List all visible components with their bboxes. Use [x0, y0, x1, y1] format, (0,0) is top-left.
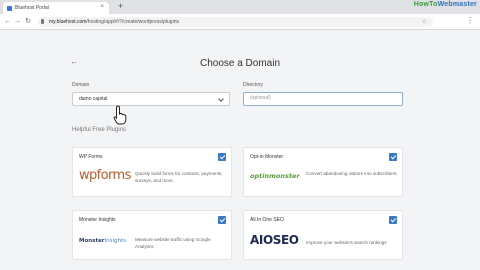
plugin-name: WP Forms	[79, 154, 103, 160]
watermark-part1: HowTo	[413, 1, 438, 8]
watermark-part2: Webmaster	[437, 1, 477, 8]
aioseo-logo: AIOSEO	[250, 233, 299, 247]
plugin-description: Quickly build forms for contacts, paymen…	[135, 171, 223, 183]
plugin-checkbox-monsterinsights[interactable]	[218, 216, 226, 224]
browser-tab-bar: Bluehost Portal × + HowToWebmaster	[0, 0, 480, 14]
wpforms-logo: wpforms	[79, 168, 131, 183]
plugin-card-optinmonster[interactable]: Opt-in Monster optinmonster Convert aban…	[243, 147, 403, 197]
directory-placeholder: (optional)	[250, 95, 271, 101]
plugin-description: Convert abandoning visitors into subscri…	[306, 171, 398, 176]
domain-select-value: damo capital	[79, 96, 108, 102]
tab-close-icon[interactable]: ×	[100, 4, 104, 10]
domain-select[interactable]: damo capital	[72, 92, 230, 106]
browser-menu-icon[interactable]: ⋮	[466, 16, 474, 25]
page-title: Choose a Domain	[199, 58, 281, 69]
forward-icon[interactable]: →	[14, 17, 21, 26]
plugin-name: Monster Insights	[79, 217, 116, 223]
plugin-card-monsterinsights[interactable]: Monster Insights MonsterInsights Measure…	[72, 210, 232, 260]
reload-icon[interactable]: ↻	[25, 17, 31, 26]
monsterinsights-logo-part2: Insights	[104, 238, 127, 244]
domain-label: Domain	[72, 82, 90, 88]
watermark-logo: HowToWebmaster	[414, 1, 477, 8]
plugin-name: Opt-in Monster	[250, 154, 284, 160]
url-host: my.bluehost.com	[49, 19, 87, 25]
plugin-card-aioseo[interactable]: All In One SEO AIOSEO Improve your websi…	[243, 210, 403, 260]
monsterinsights-logo-part1: Monster	[79, 238, 105, 244]
plugins-heading: Helpful Free Plugins	[72, 127, 127, 133]
new-tab-button[interactable]: +	[118, 1, 123, 11]
plugin-checkbox-wpforms[interactable]	[218, 153, 226, 161]
plugin-checkbox-aioseo[interactable]	[389, 216, 397, 224]
tab-title: Bluehost Portal	[15, 5, 49, 11]
chevron-down-icon	[218, 96, 224, 102]
plugin-card-wpforms[interactable]: WP Forms wpforms Quickly build forms for…	[72, 147, 232, 197]
directory-input[interactable]: (optional)	[243, 92, 403, 106]
url-field[interactable]: my.bluehost.com/hosting/app/#/?/create/w…	[38, 17, 433, 27]
url-path: /hosting/app/#/?/create/wordpress/plugin…	[86, 19, 179, 25]
monsterinsights-logo: MonsterInsights	[79, 238, 126, 244]
bookmark-star-icon[interactable]: ☆	[422, 17, 427, 27]
bluehost-favicon-icon	[7, 5, 12, 11]
plugin-description: Measure website traffic using Google Ana…	[135, 237, 211, 249]
plugin-name: All In One SEO	[250, 217, 284, 223]
lock-icon	[41, 19, 44, 24]
plugin-checkbox-optinmonster[interactable]	[389, 153, 397, 161]
back-icon[interactable]: ←	[4, 17, 11, 26]
address-bar: ← → ↻ my.bluehost.com/hosting/app/#/?/cr…	[0, 14, 480, 30]
browser-tab[interactable]: Bluehost Portal ×	[3, 2, 109, 14]
optinmonster-logo: optinmonster	[250, 172, 300, 180]
plugin-description: Improve your website's search rankings	[306, 240, 387, 245]
hand-cursor-icon	[113, 105, 127, 125]
directory-label: Directory	[243, 82, 264, 88]
